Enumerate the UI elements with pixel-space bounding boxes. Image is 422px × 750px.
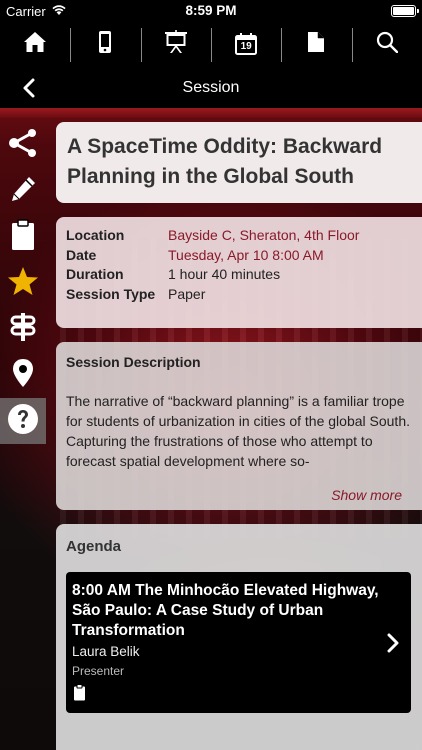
page-title: Session [182, 79, 240, 96]
session-type-label: Session Type [66, 285, 156, 302]
phone-icon [98, 30, 112, 59]
toolbar-phone-button[interactable] [70, 22, 140, 66]
document-icon [307, 31, 325, 58]
navigation-bar: Session [0, 66, 422, 108]
agenda-heading: Agenda [66, 538, 122, 555]
main-toolbar: 19 [0, 22, 422, 66]
agenda-card: Agenda 8:00 AM The Minhocão Elevated Hig… [56, 524, 422, 750]
notes-button[interactable] [0, 214, 46, 260]
toolbar-home-button[interactable] [0, 22, 70, 66]
clipboard-icon [73, 684, 86, 706]
calendar-icon: 19 [235, 33, 258, 55]
agenda-item-title: 8:00 AM The Minhocão Elevated Highway, S… [72, 582, 379, 639]
session-info-card: Location Bayside C, Sheraton, 4th Floor … [56, 217, 422, 328]
location-link[interactable]: Bayside C, Sheraton, 4th Floor [168, 227, 359, 247]
signpost-icon [8, 312, 38, 347]
help-icon [7, 403, 39, 440]
date-row: Date Tuesday, Apr 10 8:00 AM [66, 247, 412, 267]
favorite-button[interactable] [0, 260, 46, 306]
duration-row: Duration 1 hour 40 minutes [66, 266, 412, 286]
battery-icon [391, 5, 419, 17]
directions-button[interactable] [0, 306, 46, 352]
date-label: Date [66, 246, 97, 263]
location-label: Location [66, 227, 125, 243]
status-time: 8:59 PM [185, 3, 237, 18]
agenda-item-presenter: Laura Belik [72, 644, 140, 659]
location-pin-icon [11, 358, 35, 393]
date-link[interactable]: Tuesday, Apr 10 8:00 AM [168, 247, 324, 267]
agenda-item[interactable]: 8:00 AM The Minhocão Elevated Highway, S… [66, 572, 411, 713]
session-type-row: Session Type Paper [66, 286, 412, 306]
pencil-icon [9, 175, 37, 208]
session-description-card: Session Description The narrative of “ba… [56, 342, 422, 510]
duration-value: 1 hour 40 minutes [168, 266, 281, 282]
action-sidebar [0, 122, 46, 444]
share-icon [7, 128, 39, 162]
help-button[interactable] [0, 398, 46, 444]
header-divider [0, 108, 422, 118]
clipboard-icon [10, 218, 36, 256]
duration-label: Duration [66, 266, 124, 282]
map-button[interactable] [0, 352, 46, 398]
toolbar-presentation-button[interactable] [140, 22, 211, 66]
description-heading: Session Description [66, 354, 201, 370]
status-bar: Carrier 8:59 PM [0, 0, 422, 22]
home-icon [23, 31, 47, 58]
presentation-icon [164, 29, 188, 59]
calendar-day-label: 19 [240, 41, 252, 52]
star-icon [7, 266, 39, 301]
show-more-link[interactable]: Show more [331, 487, 402, 503]
toolbar-calendar-button[interactable]: 19 [210, 22, 281, 66]
session-title: A SpaceTime Oddity: Backward Planning in… [67, 135, 383, 188]
location-row: Location Bayside C, Sheraton, 4th Floor [66, 227, 412, 247]
share-button[interactable] [0, 122, 46, 168]
search-icon [376, 31, 398, 58]
session-title-card: A SpaceTime Oddity: Backward Planning in… [56, 122, 422, 203]
agenda-item-role: Presenter [72, 664, 125, 678]
chevron-right-icon [386, 632, 400, 659]
toolbar-document-button[interactable] [281, 22, 351, 66]
edit-button[interactable] [0, 168, 46, 214]
description-text: The narrative of “backward planning” is … [66, 393, 410, 469]
session-type-value: Paper [168, 285, 206, 302]
toolbar-search-button[interactable] [351, 22, 422, 66]
